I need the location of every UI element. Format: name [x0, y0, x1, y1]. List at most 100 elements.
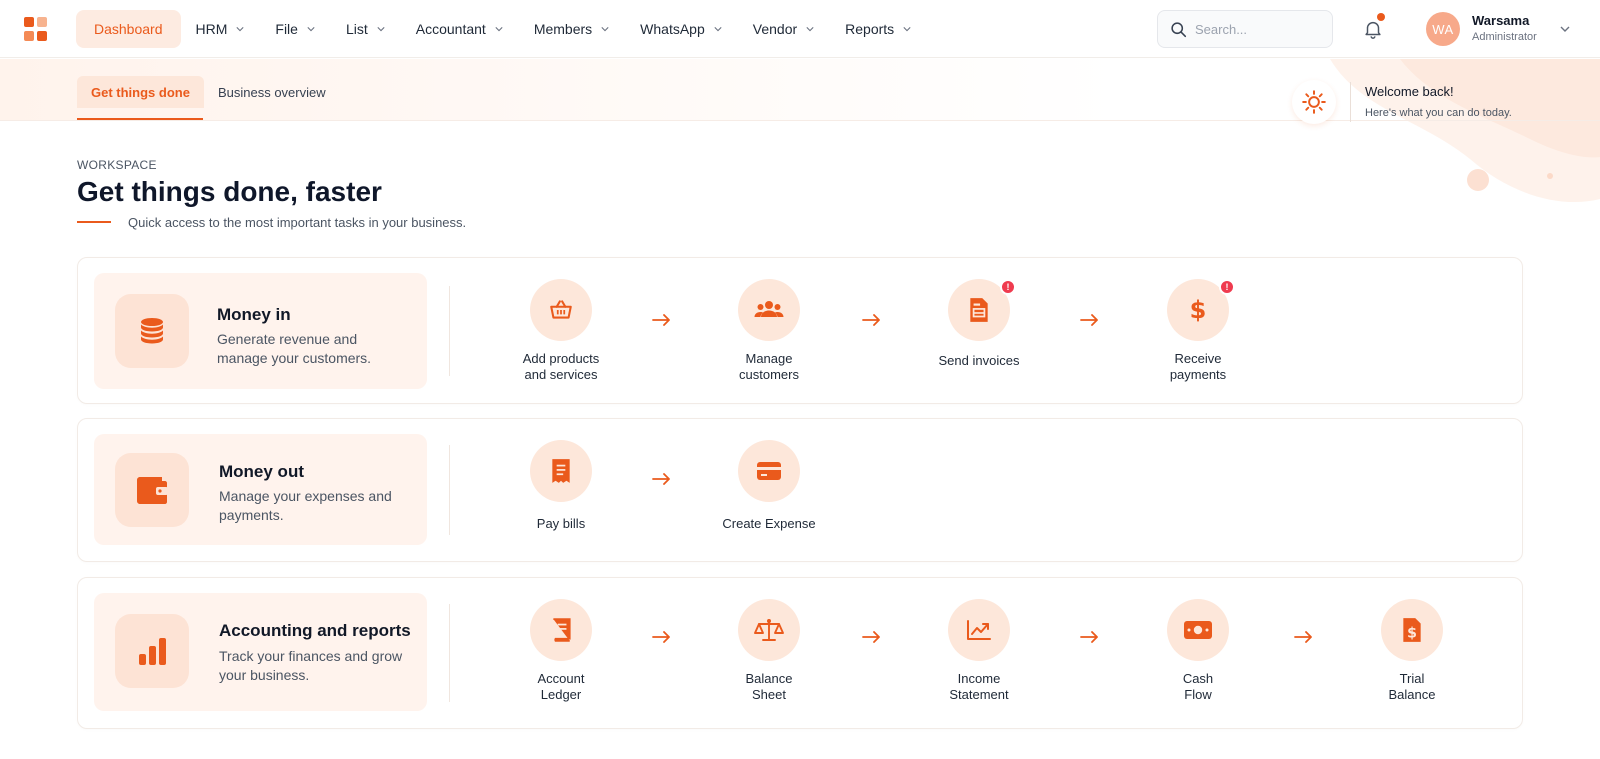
section-description: Manage your expenses and payments.	[219, 488, 392, 523]
chevron-down-icon	[601, 27, 609, 32]
sun-icon-wrapper	[1292, 80, 1336, 124]
arrow-right-icon	[862, 631, 880, 643]
chevron-down-icon	[377, 27, 385, 32]
arrow-right-icon	[1080, 314, 1098, 326]
nav-hrm[interactable]: HRM	[181, 10, 260, 48]
step-send-invoices[interactable]: ! Send invoices	[909, 279, 1049, 369]
user-name: Warsama	[1472, 13, 1530, 28]
title-accent-rule	[77, 221, 111, 223]
money-out-summary: Money out Manage your expenses and payme…	[94, 434, 427, 545]
step-icon-circle: $ !	[1167, 279, 1235, 341]
step-receive-payments[interactable]: $ ! Receive payments	[1128, 279, 1268, 383]
step-label: Pay bills	[536, 516, 586, 531]
step-manage-customers[interactable]: Manage customers	[699, 279, 839, 383]
search-box[interactable]	[1157, 10, 1333, 48]
step-add-products[interactable]: Add products and services	[491, 279, 631, 383]
arrow-right-icon	[652, 473, 670, 485]
arrow-right-icon	[1294, 631, 1312, 643]
step-label: Trial Balance	[1388, 671, 1436, 702]
avatar[interactable]: WA	[1426, 12, 1460, 46]
step-create-expense[interactable]: Create Expense	[699, 440, 839, 532]
nav-accountant[interactable]: Accountant	[401, 10, 518, 48]
step-label: Manage customers	[739, 351, 799, 382]
section-title: Money out	[219, 462, 304, 481]
step-icon-circle	[530, 279, 592, 341]
step-label: Send invoices	[938, 353, 1020, 368]
bar-chart-icon-wrapper	[115, 614, 189, 688]
svg-text:$: $	[1407, 626, 1417, 642]
tab-business-overview[interactable]: Business overview	[204, 76, 340, 108]
step-icon-circle: !	[948, 279, 1016, 341]
money-in-card: Money in Generate revenue and manage you…	[77, 257, 1523, 404]
step-icon-circle	[530, 440, 592, 502]
section-title: Money in	[217, 305, 291, 324]
coins-icon	[141, 318, 163, 344]
card-divider	[449, 286, 450, 376]
chevron-down-icon	[236, 27, 244, 32]
step-balance-sheet[interactable]: Balance Sheet	[699, 599, 839, 703]
accounting-summary: Accounting and reports Track your financ…	[94, 593, 427, 711]
invoice-icon	[970, 298, 988, 322]
step-cash-flow[interactable]: Cash Flow	[1128, 599, 1268, 703]
money-in-summary: Money in Generate revenue and manage you…	[94, 273, 427, 389]
nav-item-label: Reports	[845, 21, 895, 37]
nav-vendor[interactable]: Vendor	[738, 10, 829, 48]
bar-chart-icon	[139, 638, 166, 665]
arrow-right-icon	[652, 314, 670, 326]
active-tab-indicator	[77, 118, 203, 120]
user-role: Administrator	[1472, 31, 1537, 43]
chevron-down-icon	[714, 27, 722, 32]
step-label: Income Statement	[949, 671, 1009, 702]
arrow-right-icon	[652, 631, 670, 643]
step-pay-bills[interactable]: Pay bills	[491, 440, 631, 532]
money-out-card: Money out Manage your expenses and payme…	[77, 418, 1523, 562]
nav-dashboard[interactable]: Dashboard	[76, 10, 181, 48]
welcome-title: Welcome back!	[1365, 84, 1454, 99]
top-navbar: Dashboard HRM File List Accountant Membe…	[0, 0, 1600, 58]
tab-get-things-done[interactable]: Get things done	[77, 76, 204, 108]
step-income-statement[interactable]: Income Statement	[909, 599, 1049, 703]
step-label: Add products and services	[522, 351, 600, 382]
step-account-ledger[interactable]: Account Ledger	[491, 599, 631, 703]
nav-item-label: WhatsApp	[640, 21, 705, 37]
nav-item-label: HRM	[195, 21, 228, 37]
bell-icon[interactable]	[1362, 18, 1384, 40]
scale-icon	[754, 619, 784, 641]
tab-label: Business overview	[217, 84, 326, 100]
nav-members[interactable]: Members	[519, 10, 624, 48]
nav-item-label: Accountant	[415, 21, 486, 37]
step-label: Account Ledger	[537, 671, 585, 702]
nav-list[interactable]: List	[331, 10, 400, 48]
wallet-icon	[137, 477, 168, 504]
subheader-tabs: Get things done Business overview	[77, 76, 340, 108]
svg-text:$: $	[1190, 296, 1207, 324]
chevron-down-icon	[495, 27, 503, 32]
search-input[interactable]	[1195, 21, 1325, 37]
nav-item-label: List	[345, 21, 368, 37]
nav-item-label: Members	[533, 21, 593, 37]
nav-file[interactable]: File	[260, 10, 330, 48]
ledger-icon	[553, 618, 571, 642]
nav-reports[interactable]: Reports	[830, 10, 926, 48]
card-divider	[449, 604, 450, 702]
page-subtitle: Quick access to the most important tasks…	[128, 215, 467, 230]
nav-item-label: File	[275, 21, 298, 37]
dollar-doc-icon: $	[1403, 618, 1421, 642]
step-icon-circle	[948, 599, 1010, 661]
chevron-down-icon	[307, 27, 315, 32]
bill-icon	[552, 459, 570, 483]
section-title: Accounting and reports	[219, 621, 411, 640]
wallet-icon-wrapper	[115, 453, 189, 527]
search-icon	[1171, 21, 1187, 37]
nav-item-label: Vendor	[752, 21, 798, 37]
chevron-down-icon[interactable]	[1560, 25, 1570, 33]
step-icon-circle	[738, 599, 800, 661]
step-trial-balance[interactable]: $ Trial Balance	[1342, 599, 1482, 703]
users-icon	[754, 301, 784, 317]
step-label: Receive payments	[1169, 351, 1227, 382]
alert-badge: !	[1219, 279, 1235, 295]
app-logo-icon[interactable]	[24, 17, 48, 41]
sun-icon	[1302, 90, 1326, 114]
nav-whatsapp[interactable]: WhatsApp	[625, 10, 737, 48]
step-icon-circle	[738, 279, 800, 341]
